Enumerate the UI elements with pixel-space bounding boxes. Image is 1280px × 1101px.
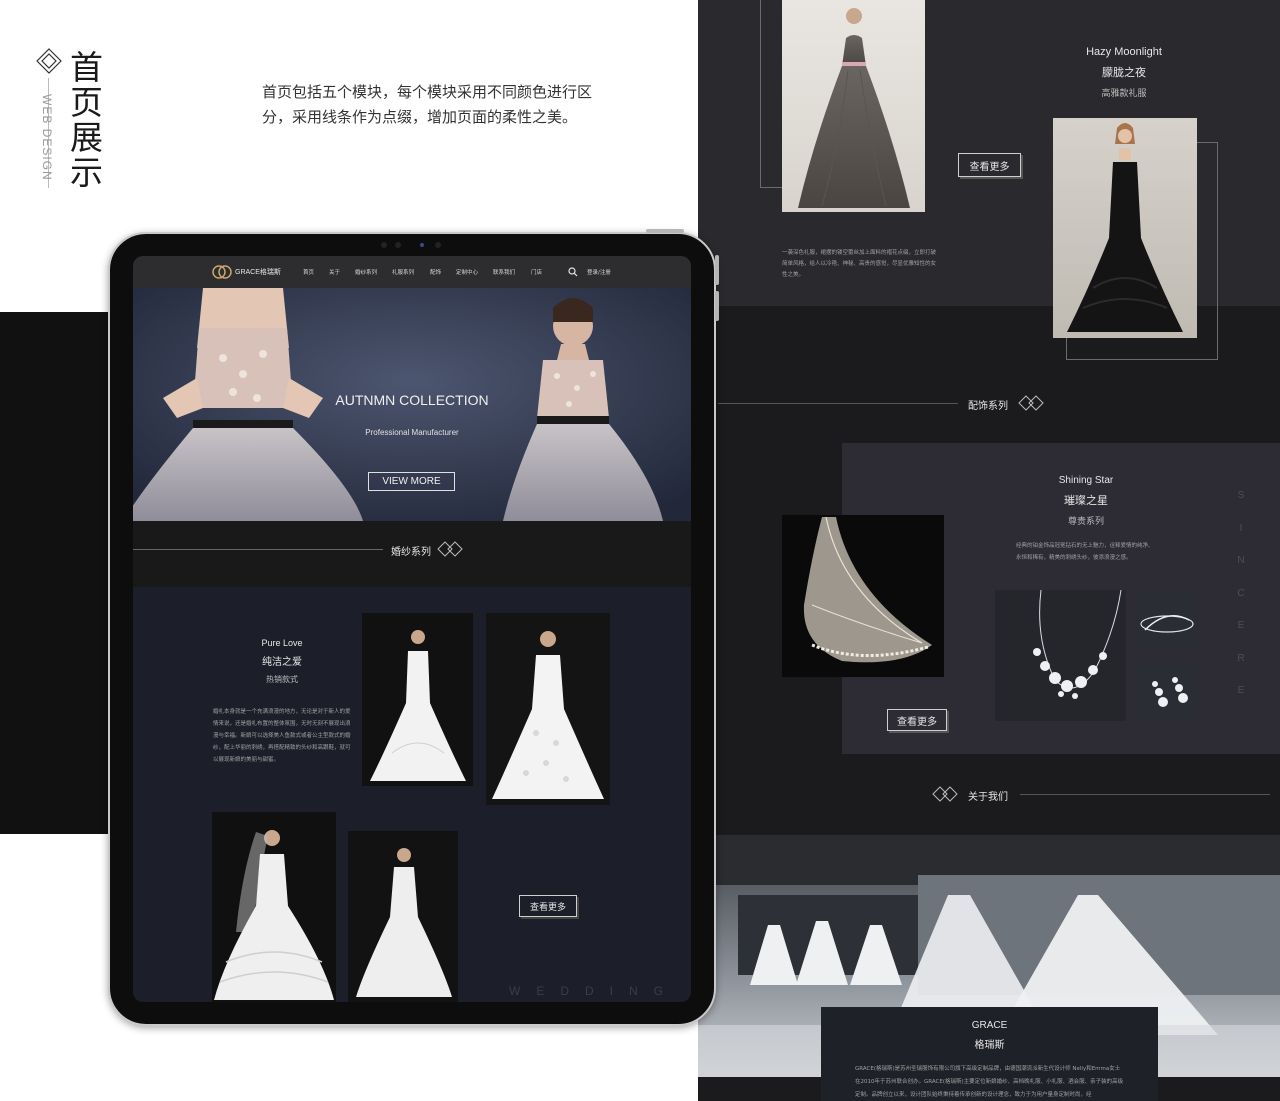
- vertical-letter: R: [1237, 652, 1245, 664]
- wedding-dress-image[interactable]: [486, 613, 610, 805]
- gray-gown-image: [782, 0, 925, 212]
- vertical-letter: E: [1237, 685, 1245, 696]
- login-link[interactable]: 登录/注册: [587, 268, 611, 276]
- veil-image: [782, 515, 944, 677]
- nav-item-gowns[interactable]: 礼服系列: [392, 268, 414, 276]
- nav-item-custom[interactable]: 定制中心: [456, 268, 478, 276]
- background-band: [0, 312, 108, 834]
- right-preview-panel: Hazy Moonlight 朦胧之夜 高雅款礼服 查看更多 一袭深色礼服，裙摆…: [698, 0, 1280, 1101]
- tablet-screen: GRACE格瑞斯 首页 关于 婚纱系列 礼服系列 配饰 定制中心 联系我们 门店…: [133, 256, 691, 1002]
- vertical-word: S I N C E R E: [1234, 490, 1248, 718]
- tablet-volume-button: [715, 255, 719, 285]
- accessories-more-button[interactable]: 查看更多: [887, 709, 947, 731]
- evening-paragraph: 一袭深色礼服，裙摆的镂空蕾丝加上面料的褶花点缀，立即打破简单风格，给人以冷艳、神…: [782, 250, 937, 278]
- section-line: [1020, 794, 1270, 795]
- page-title-char: 页: [70, 83, 103, 122]
- vertical-letter: S: [1237, 490, 1245, 501]
- evening-more-button[interactable]: 查看更多: [958, 153, 1021, 177]
- about-en-title: GRACE: [971, 1020, 1008, 1031]
- site-navbar: GRACE格瑞斯 首页 关于 婚纱系列 礼服系列 配饰 定制中心 联系我们 门店…: [133, 256, 691, 288]
- nav-item-home[interactable]: 首页: [303, 268, 314, 276]
- nav-item-wedding[interactable]: 婚纱系列: [355, 268, 377, 276]
- necklace-image: [995, 590, 1126, 721]
- accessories-en-title: Shining Star: [1058, 475, 1114, 486]
- section-line: [718, 403, 958, 404]
- page-title: 首 页 展 示: [70, 50, 110, 190]
- nav-item-accessories[interactable]: 配饰: [430, 268, 441, 276]
- vertical-letter: C: [1237, 587, 1245, 599]
- double-diamond-icon: [1018, 395, 1044, 411]
- wedding-dress-image[interactable]: [348, 831, 458, 1002]
- accessories-cn-title: 璀璨之星: [1064, 494, 1108, 507]
- nav-brand[interactable]: GRACE格瑞斯: [235, 267, 281, 277]
- page-subtitle: WEB DESIGN: [40, 94, 54, 181]
- about-cn-title: 格瑞斯: [974, 1040, 1005, 1051]
- wedding-tag: 热销款式: [266, 675, 298, 684]
- black-gown-image: [1053, 118, 1197, 338]
- evening-cn-title: 朦胧之夜: [1102, 66, 1146, 79]
- hero-subtitle: Professional Manufacturer: [365, 428, 459, 437]
- evening-en-title: Hazy Moonlight: [1086, 46, 1162, 58]
- accessories-heading: 配饰系列: [968, 401, 1008, 412]
- camera-icon: [381, 242, 441, 248]
- double-diamond-icon: [932, 786, 958, 802]
- tablet-volume-button: [715, 291, 719, 321]
- accessories-paragraph: 经典的铂金饰品冠冕钻石的无上魅力，诠释爱情的纯净、永恒和稀有，精美的刺绣头纱，彼…: [1016, 543, 1154, 561]
- section-line: [133, 549, 383, 550]
- wedding-watermark: WEDDING: [509, 984, 679, 998]
- vertical-letter: N: [1237, 555, 1245, 566]
- page-title-char: 展: [70, 118, 103, 157]
- grace-logo-icon: [212, 265, 232, 279]
- wedding-dress-image[interactable]: [362, 613, 473, 786]
- wedding-dress-image[interactable]: [212, 812, 336, 1002]
- about-card: GRACE 格瑞斯 GRACE(格瑞斯)是苏州圣瑞服饰有限公司旗下高级定制品牌，…: [821, 1007, 1158, 1101]
- double-diamond-icon: [437, 541, 463, 557]
- tablet-power-button: [646, 229, 684, 233]
- evening-tag: 高雅款礼服: [1101, 89, 1147, 99]
- nav-item-about[interactable]: 关于: [329, 268, 340, 276]
- about-heading: 关于我们: [968, 792, 1008, 803]
- hero-view-more-button[interactable]: VIEW MORE: [368, 472, 455, 491]
- wedding-en-title: Pure Love: [261, 638, 303, 648]
- wedding-paragraph: 婚礼本身就是一个充满浪漫的地方，无论是对于新人的爱情来说，还是婚礼布置的整体氛围…: [213, 709, 351, 763]
- hero-title: AUTNMN COLLECTION: [335, 392, 489, 408]
- hero-banner: AUTNMN COLLECTION Professional Manufactu…: [133, 288, 691, 532]
- page-title-char: 首: [70, 48, 103, 87]
- vertical-letter: E: [1237, 620, 1245, 631]
- page-title-char: 示: [70, 153, 103, 192]
- nav-item-stores[interactable]: 门店: [531, 268, 542, 276]
- vertical-letter: I: [1239, 522, 1243, 534]
- page-description: 首页包括五个模块，每个模块采用不同颜色进行区分，采用线条作为点缀，增加页面的柔性…: [262, 83, 593, 126]
- wedding-cn-title: 纯洁之爱: [262, 657, 302, 668]
- search-icon[interactable]: [568, 267, 578, 277]
- nav-item-contact[interactable]: 联系我们: [493, 268, 515, 276]
- wedding-more-button[interactable]: 查看更多: [519, 895, 577, 917]
- double-diamond-icon: [36, 48, 62, 74]
- accessories-tag: 尊贵系列: [1067, 517, 1104, 527]
- wedding-heading: 婚纱系列: [391, 547, 431, 558]
- about-paragraph: GRACE(格瑞斯)是苏州圣瑞服饰有限公司旗下高级定制品牌，由德国潮流派新生代设…: [855, 1066, 1124, 1098]
- earrings-image: [1137, 660, 1197, 720]
- tiara-image: [1137, 590, 1197, 650]
